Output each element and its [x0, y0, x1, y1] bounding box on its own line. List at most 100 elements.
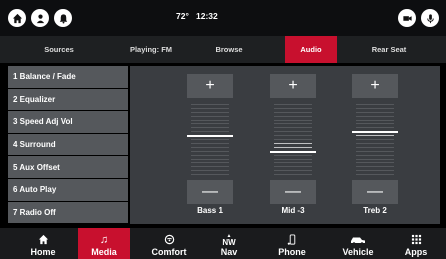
eq-tick	[191, 166, 229, 167]
eq-tick	[274, 116, 312, 117]
music-note-icon: ♫	[99, 233, 109, 246]
treble-decrease-button[interactable]: —	[352, 180, 398, 204]
menu-item-auto-play[interactable]: 6 Auto Play	[8, 178, 128, 201]
tab-sources[interactable]: Sources	[0, 36, 118, 63]
mid-increase-button[interactable]: +	[270, 74, 316, 98]
menu-item-speed-adj-vol[interactable]: 3 Speed Adj Vol	[8, 111, 128, 133]
eq-tick	[274, 147, 312, 148]
mid-track[interactable]	[270, 100, 316, 178]
apps-grid-icon	[411, 233, 422, 246]
menu-item-equalizer[interactable]: 2 Equalizer	[8, 88, 128, 111]
voice-button[interactable]	[421, 9, 439, 27]
eq-tick	[191, 139, 229, 140]
equalizer-panel: + — + — + — Bass 1 Mid -3 Treb 2	[130, 66, 440, 224]
nav-media-label: Media	[91, 247, 117, 257]
nav-vehicle-label: Vehicle	[342, 247, 374, 257]
eq-tick	[191, 108, 229, 109]
bass-track[interactable]	[187, 100, 233, 178]
camera-icon	[402, 15, 412, 21]
eq-tick	[191, 162, 229, 163]
eq-tick	[274, 170, 312, 171]
phone-icon	[287, 233, 298, 246]
bass-decrease-button[interactable]: —	[187, 180, 233, 204]
eq-tick	[191, 127, 229, 128]
mid-slider: + —	[270, 74, 316, 204]
eq-tick	[191, 147, 229, 148]
eq-tick	[356, 123, 394, 124]
person-icon	[36, 14, 44, 23]
eq-tick	[191, 143, 229, 144]
nav-home[interactable]: Home	[14, 228, 72, 259]
treble-label: Treb 2	[363, 206, 387, 215]
eq-tick	[356, 147, 394, 148]
eq-tick	[356, 112, 394, 113]
notifications-button[interactable]	[54, 9, 72, 27]
steering-heat-icon	[164, 233, 175, 246]
eq-tick	[274, 123, 312, 124]
nav-phone[interactable]: Phone	[268, 228, 316, 259]
eq-tick	[191, 131, 229, 132]
eq-tick	[191, 112, 229, 113]
eq-tick	[356, 151, 394, 152]
eq-tick	[356, 174, 394, 175]
eq-tick	[191, 174, 229, 175]
eq-tick	[356, 135, 394, 136]
eq-tick	[356, 143, 394, 144]
eq-tick	[274, 135, 312, 136]
treble-increase-button[interactable]: +	[352, 74, 398, 98]
eq-tick	[274, 139, 312, 140]
eq-tick	[274, 155, 312, 156]
eq-tick	[191, 123, 229, 124]
profile-button[interactable]	[31, 9, 49, 27]
nav-nav[interactable]: ▲ NW Nav	[206, 228, 252, 259]
nav-vehicle[interactable]: Vehicle	[328, 228, 388, 259]
treble-track[interactable]	[352, 100, 398, 178]
compass-heading: NW	[222, 237, 236, 247]
eq-tick	[274, 104, 312, 105]
eq-tick	[274, 112, 312, 113]
home-icon	[38, 233, 49, 246]
menu-item-surround[interactable]: 4 Surround	[8, 133, 128, 156]
eq-tick	[274, 120, 312, 121]
eq-tick	[356, 120, 394, 121]
nav-apps[interactable]: Apps	[392, 228, 440, 259]
eq-tick	[356, 139, 394, 140]
eq-level-marker[interactable]	[270, 151, 316, 153]
tab-rear-seat[interactable]: Rear Seat	[340, 36, 438, 63]
audio-settings-menu: 1 Balance / Fade 2 Equalizer 3 Speed Adj…	[8, 66, 128, 224]
bottom-nav: Home ♫ Media Comfort ▲ NW Nav Phone Vehic…	[0, 228, 446, 259]
eq-level-marker[interactable]	[352, 131, 398, 133]
nav-comfort[interactable]: Comfort	[140, 228, 198, 259]
compass-icon: ▲ NW	[222, 232, 236, 247]
eq-tick	[191, 159, 229, 160]
eq-tick	[191, 104, 229, 105]
tab-audio[interactable]: Audio	[285, 36, 337, 63]
eq-tick	[274, 174, 312, 175]
camera-button[interactable]	[398, 9, 416, 27]
eq-tick	[191, 151, 229, 152]
treble-slider: + —	[352, 74, 398, 204]
vehicle-icon	[349, 233, 367, 246]
bass-increase-button[interactable]: +	[187, 74, 233, 98]
nav-phone-label: Phone	[278, 247, 306, 257]
media-tabs: Sources Playing: FM Browse Audio Rear Se…	[0, 36, 446, 63]
eq-tick	[191, 120, 229, 121]
eq-tick	[274, 162, 312, 163]
eq-tick	[274, 159, 312, 160]
bass-label: Bass 1	[197, 206, 223, 215]
menu-item-aux-offset[interactable]: 5 Aux Offset	[8, 156, 128, 178]
eq-level-marker[interactable]	[187, 135, 233, 137]
menu-item-radio-off[interactable]: 7 Radio Off	[8, 201, 128, 224]
eq-tick	[274, 127, 312, 128]
mid-decrease-button[interactable]: —	[270, 180, 316, 204]
tab-playing[interactable]: Playing: FM	[118, 36, 184, 63]
home-shortcut-button[interactable]	[8, 9, 26, 27]
home-icon	[12, 13, 22, 23]
tab-browse[interactable]: Browse	[184, 36, 274, 63]
eq-tick	[191, 170, 229, 171]
nav-media[interactable]: ♫ Media	[78, 228, 130, 259]
bell-icon	[59, 13, 67, 24]
eq-tick	[356, 162, 394, 163]
status-bar: 72° 12:32	[0, 0, 446, 36]
menu-item-balance-fade[interactable]: 1 Balance / Fade	[8, 66, 128, 88]
